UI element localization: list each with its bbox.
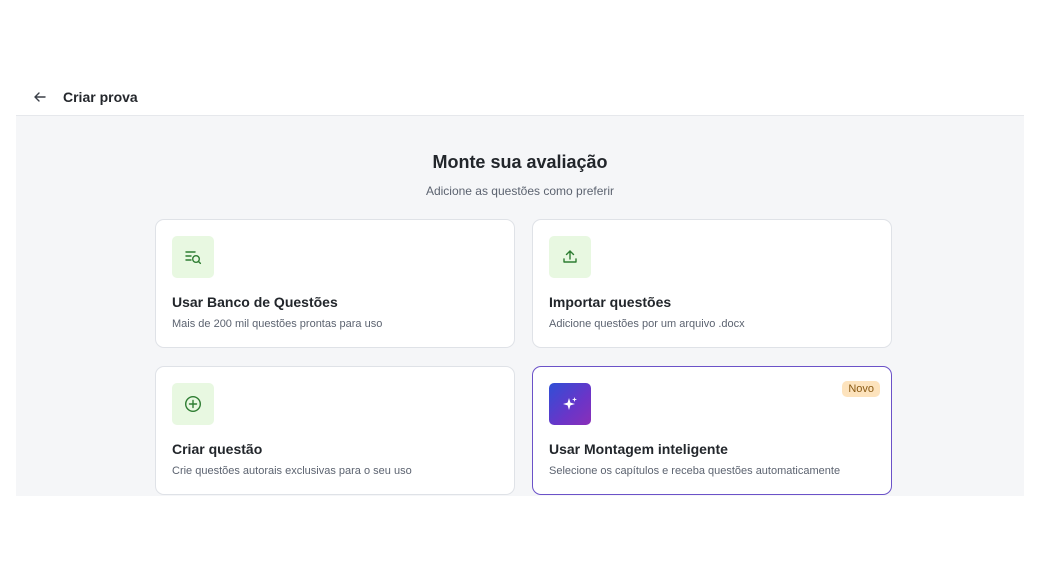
top-bar: Criar prova [16, 78, 1024, 116]
back-button[interactable] [28, 85, 52, 109]
card-description: Crie questões autorais exclusivas para o… [172, 465, 412, 477]
main-content: Monte sua avaliação Adicione as questões… [16, 116, 1024, 496]
card-icon-box [172, 383, 214, 425]
card-title: Usar Banco de Questões [172, 294, 338, 310]
sparkles-icon [563, 397, 577, 410]
upload-icon [563, 250, 577, 263]
smart-assembly-card[interactable]: Novo Usar Montagem inteligente Selecione… [532, 366, 892, 495]
card-icon-box [172, 236, 214, 278]
arrow-left-icon [34, 91, 46, 102]
import-questions-card[interactable]: Importar questões Adicione questões por … [532, 219, 892, 348]
create-question-card[interactable]: Criar questão Crie questões autorais exc… [155, 366, 515, 495]
card-description: Adicione questões por um arquivo .docx [549, 318, 745, 330]
card-title: Criar questão [172, 441, 263, 457]
page-title: Criar prova [63, 88, 138, 105]
card-icon-box [549, 383, 591, 425]
card-title: Importar questões [549, 294, 672, 310]
card-description: Selecione os capítulos e receba questões… [549, 465, 841, 477]
section-subheading: Adicione as questões como preferir [425, 184, 615, 198]
plus-circle-icon [184, 395, 202, 413]
section-heading: Monte sua avaliação [432, 152, 608, 172]
list-search-icon [185, 251, 202, 265]
card-title: Usar Montagem inteligente [549, 441, 728, 457]
card-description: Mais de 200 mil questões prontas para us… [172, 318, 383, 330]
question-bank-card[interactable]: Usar Banco de Questões Mais de 200 mil q… [155, 219, 515, 348]
card-icon-box [549, 236, 591, 278]
new-badge: Novo [842, 381, 880, 397]
